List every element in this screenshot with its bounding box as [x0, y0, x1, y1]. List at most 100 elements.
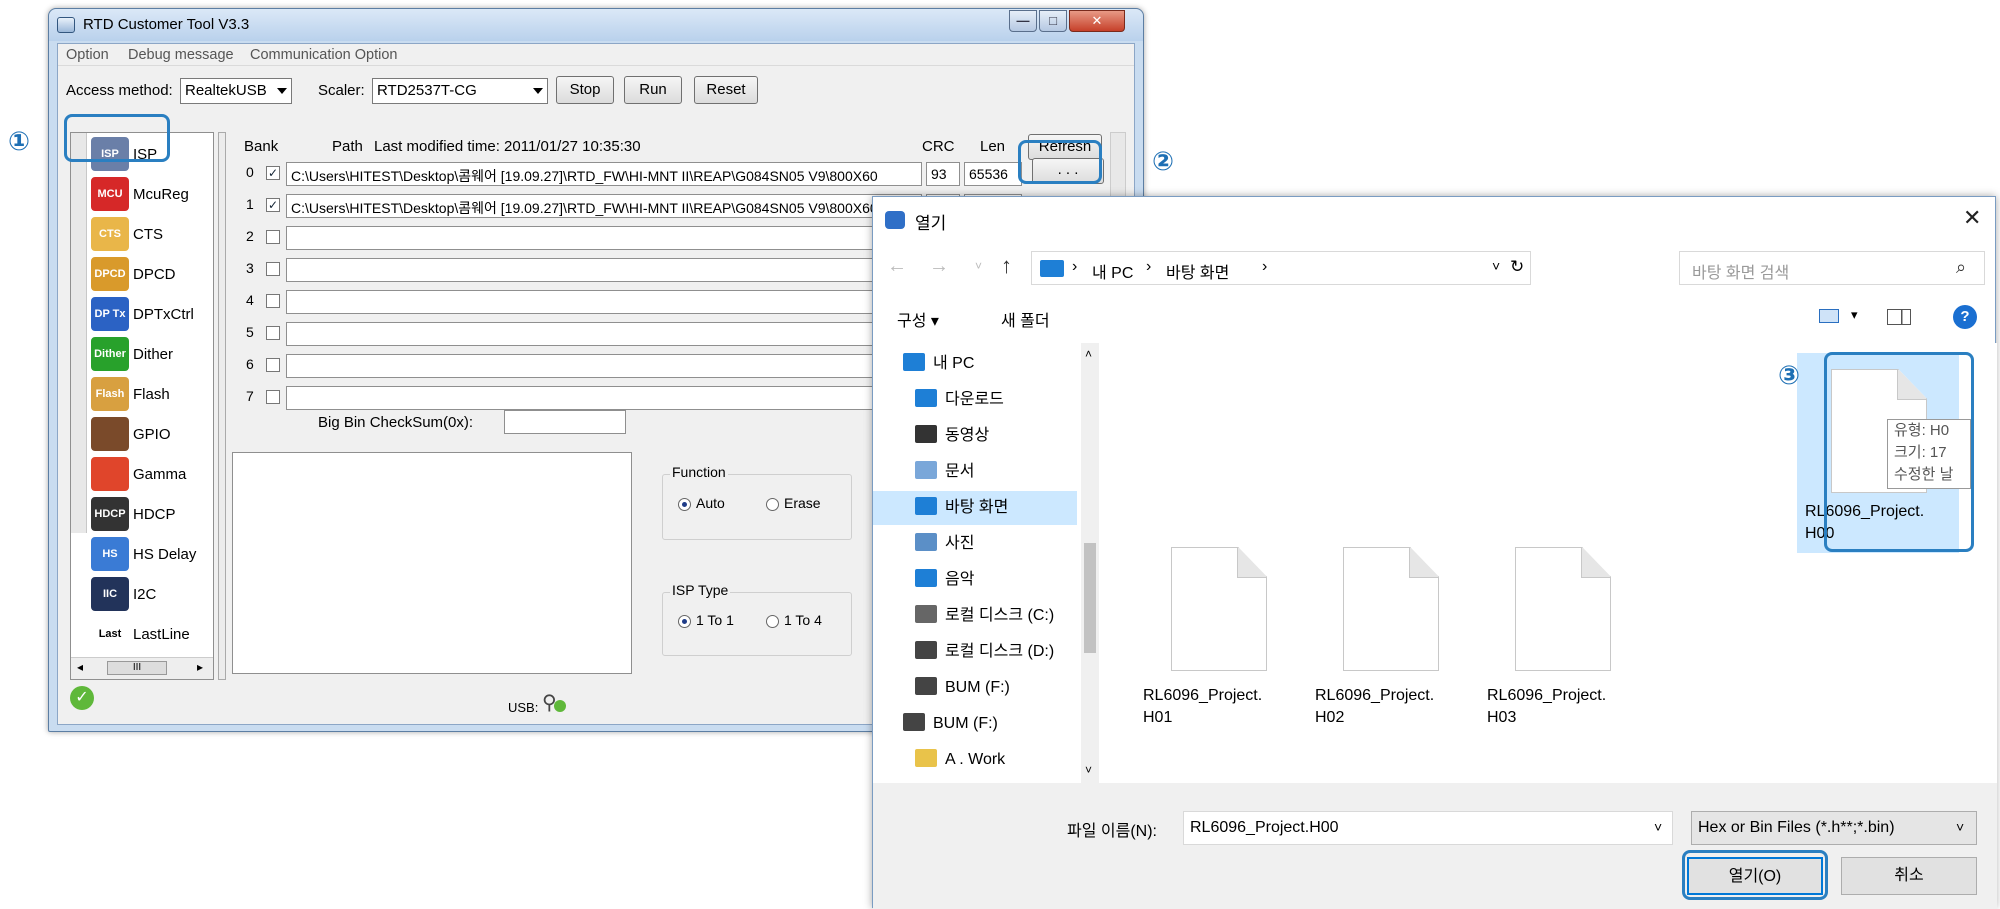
run-button[interactable]: Run [624, 76, 682, 104]
log-area[interactable] [232, 452, 632, 674]
search-box[interactable]: 바탕 화면 검색 ⌕ [1679, 251, 1985, 285]
access-method-label: Access method: [66, 82, 173, 99]
forward-arrow-icon[interactable]: → [929, 255, 949, 278]
minimize-button[interactable]: — [1009, 10, 1037, 32]
scroll-right-icon[interactable]: ▸ [197, 660, 203, 674]
access-method-select[interactable]: RealtekUSB [180, 78, 292, 104]
sidebar-vertical-scrollbar[interactable] [71, 133, 87, 533]
back-arrow-icon[interactable]: ← [887, 255, 907, 278]
dialog-close-icon[interactable]: ✕ [1963, 205, 1981, 231]
dialog-title-bar[interactable]: 열기 ✕ [873, 197, 1995, 243]
scroll-up-icon[interactable]: ˄ [1085, 347, 1092, 361]
splitter[interactable] [218, 132, 226, 680]
open-file-dialog: 열기 ✕ ← → ˅ ↑ › 내 PC › 바탕 화면 › ˅ ↻ 바탕 화면 … [872, 196, 1997, 909]
breadcrumb-pc[interactable]: 내 PC [1092, 259, 1133, 283]
bank-number: 5 [246, 324, 254, 340]
sidebar-item-lastline[interactable]: Last LineLastLine [91, 617, 211, 653]
sidebar-item-gamma[interactable]: Gamma [91, 457, 211, 493]
nav-item[interactable]: 동영상 [915, 419, 1105, 453]
file-type-dropdown-icon[interactable]: ˅ [1956, 819, 1964, 835]
reset-button[interactable]: Reset [694, 76, 758, 104]
sidebar-item-hdcp[interactable]: HDCP HDCP [91, 497, 211, 533]
sidebar-item-gpio[interactable]: GPIO [91, 417, 211, 453]
file-item-h03[interactable]: RL6096_Project. H03 [1487, 547, 1637, 737]
sidebar-item-mcureg[interactable]: MCU McuReg [91, 177, 211, 213]
function-erase-label: Erase [784, 495, 821, 511]
sidebar-item-hs-delay[interactable]: HS DelayHS Delay [91, 537, 211, 573]
sidebar-item-dither[interactable]: Dither Dither [91, 337, 211, 373]
close-button[interactable]: ✕ [1069, 10, 1125, 32]
function-auto-radio[interactable] [678, 498, 691, 511]
address-dropdown-icon[interactable]: ˅ [1492, 258, 1500, 274]
nav-item[interactable]: 사진 [915, 527, 1105, 561]
nav-item[interactable]: 로컬 디스크 (C:) [915, 599, 1105, 633]
new-folder-button[interactable]: 새 폴더 [1001, 307, 1050, 331]
filename-input[interactable]: RL6096_Project.H00 ˅ [1183, 811, 1673, 845]
scroll-left-icon[interactable]: ◂ [77, 660, 83, 674]
scroll-down-icon[interactable]: ˅ [1085, 763, 1092, 777]
menu-communication-option[interactable]: Communication Option [250, 47, 398, 63]
search-icon[interactable]: ⌕ [1956, 257, 1966, 278]
sidebar-item-i2c[interactable]: IIC I2C [91, 577, 211, 613]
nav-item[interactable]: 다운로드 [915, 383, 1105, 417]
nav-scroll-thumb[interactable] [1084, 543, 1096, 653]
nav-item[interactable]: BUM (F:) [903, 707, 1093, 741]
nav-scrollbar[interactable]: ˄ ˅ [1081, 343, 1099, 783]
sidebar-item-dpcd[interactable]: DPCD DPCD [91, 257, 211, 293]
maximize-button[interactable]: □ [1039, 10, 1067, 32]
nav-folder-icon [915, 389, 937, 407]
bank-header: Bank [244, 138, 279, 155]
view-options-icon[interactable] [1819, 309, 1839, 323]
menu-option[interactable]: Option [66, 47, 109, 63]
nav-item[interactable]: 내 PC [903, 347, 1093, 381]
function-erase-radio[interactable] [766, 498, 779, 511]
nav-item[interactable]: 바탕 화면 [873, 491, 1077, 525]
nav-item[interactable]: 음악 [915, 563, 1105, 597]
bank-checkbox[interactable]: ✓ [266, 166, 280, 180]
nav-item[interactable]: 로컬 디스크 (D:) [915, 635, 1105, 669]
address-bar[interactable]: › 내 PC › 바탕 화면 › ˅ ↻ [1031, 251, 1531, 285]
menu-debug-message[interactable]: Debug message [128, 47, 234, 63]
bank-checkbox[interactable] [266, 230, 280, 244]
isp-1to1-radio[interactable] [678, 615, 691, 628]
sidebar-horizontal-scrollbar[interactable]: ◂ III ▸ [71, 657, 213, 679]
search-placeholder: 바탕 화면 검색 [1692, 265, 1790, 282]
bank-checkbox[interactable]: ✓ [266, 198, 280, 212]
filename-dropdown-icon[interactable]: ˅ [1654, 819, 1662, 835]
bank-path-field[interactable]: C:\Users\HITEST\Desktop\콤웨어 [19.09.27]\R… [286, 162, 922, 186]
title-bar[interactable]: RTD Customer Tool V3.3 — □ ✕ [49, 9, 1143, 41]
nav-item[interactable]: 문서 [915, 455, 1105, 489]
preview-pane-icon[interactable] [1887, 309, 1911, 325]
view-dropdown-icon[interactable]: ▾ [1851, 307, 1858, 323]
bank-path-field[interactable]: C:\Users\HITEST\Desktop\콤웨어 [19.09.27]\R… [286, 194, 922, 218]
breadcrumb-desktop[interactable]: 바탕 화면 [1166, 259, 1229, 283]
sidebar-item-flash[interactable]: Flash Flash [91, 377, 211, 413]
organize-menu[interactable]: 구성 ▾ [897, 307, 939, 331]
scaler-select[interactable]: RTD2537T-CG [372, 78, 548, 104]
file-name-line2: H02 [1315, 709, 1345, 726]
sidebar-item-dptxctrl[interactable]: DP Tx DPTxCtrl [91, 297, 211, 333]
bank-checkbox[interactable] [266, 326, 280, 340]
up-arrow-icon[interactable]: ↑ [1001, 253, 1012, 279]
dropdown-arrow-icon [277, 88, 287, 94]
refresh-icon[interactable]: ↻ [1510, 257, 1524, 277]
recent-locations-icon[interactable]: ˅ [975, 259, 982, 273]
bank-checkbox[interactable] [266, 358, 280, 372]
nav-item[interactable]: BUM (F:) [915, 671, 1105, 705]
cancel-button[interactable]: 취소 [1841, 857, 1977, 895]
bank-checkbox[interactable] [266, 294, 280, 308]
bank-checkbox[interactable] [266, 262, 280, 276]
file-item-h01[interactable]: RL6096_Project. H01 [1143, 547, 1293, 737]
nav-item[interactable]: A . Work [915, 743, 1105, 777]
bank-checkbox[interactable] [266, 390, 280, 404]
sidebar-item-cts[interactable]: CTS CTS [91, 217, 211, 253]
isp-1to4-radio[interactable] [766, 615, 779, 628]
scroll-thumb[interactable]: III [107, 661, 167, 675]
file-item-h02[interactable]: RL6096_Project. H02 [1315, 547, 1465, 737]
nav-folder-icon [915, 641, 937, 659]
file-type-select[interactable]: Hex or Bin Files (*.h**;*.bin) ˅ [1691, 811, 1977, 845]
stop-button[interactable]: Stop [556, 76, 614, 104]
nav-item-label: 다운로드 [945, 391, 1004, 408]
help-icon[interactable]: ? [1953, 305, 1977, 329]
bank-len-field: 65536 [964, 162, 1022, 186]
